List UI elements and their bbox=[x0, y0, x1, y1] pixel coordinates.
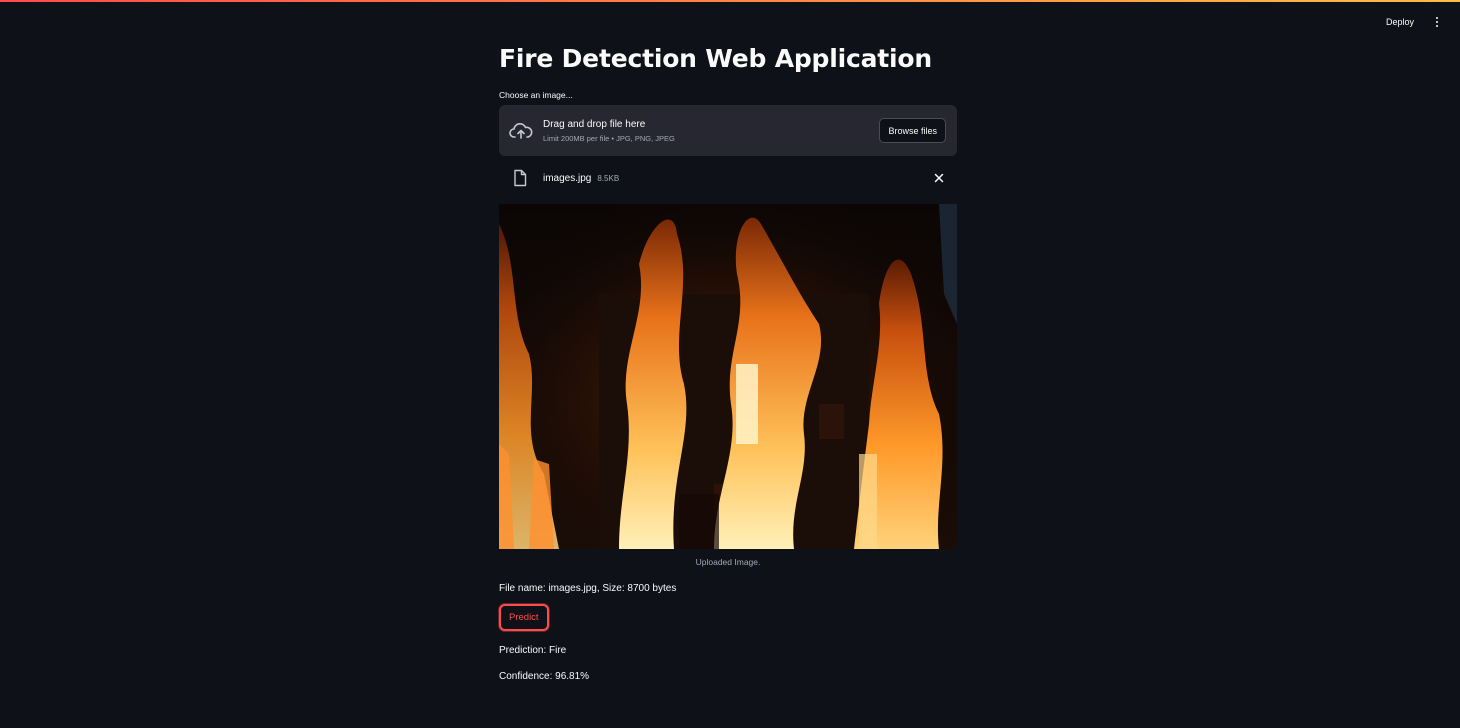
dropzone-title: Drag and drop file here bbox=[543, 118, 646, 130]
cloud-upload-icon bbox=[509, 121, 533, 141]
uploaded-file-row: images.jpg 8.5KB bbox=[499, 164, 957, 192]
main-content: Fire Detection Web Application Choose an… bbox=[499, 40, 957, 682]
prediction-text: Prediction: Fire bbox=[499, 645, 567, 656]
close-icon[interactable] bbox=[933, 171, 945, 183]
app-toolbar: Deploy bbox=[1382, 14, 1442, 30]
confidence-text: Confidence: 96.81% bbox=[499, 671, 590, 682]
uploaded-image bbox=[499, 204, 957, 549]
deploy-button[interactable]: Deploy bbox=[1382, 15, 1418, 29]
browse-files-button[interactable]: Browse files bbox=[879, 118, 946, 143]
image-caption: Uploaded Image. bbox=[695, 557, 761, 567]
file-info-text: File name: images.jpg, Size: 8700 bytes bbox=[499, 583, 677, 594]
vertical-dots-icon[interactable] bbox=[1432, 14, 1442, 30]
dropzone-limit: Limit 200MB per file • JPG, PNG, JPEG bbox=[543, 133, 675, 143]
uploaded-file-size: 8.5KB bbox=[597, 173, 620, 183]
dropzone-text: Drag and drop file here Limit 200MB per … bbox=[543, 119, 675, 143]
uploaded-file-name: images.jpg bbox=[543, 172, 592, 184]
file-dropzone[interactable]: Drag and drop file here Limit 200MB per … bbox=[499, 105, 957, 156]
top-decoration-bar bbox=[0, 0, 1460, 2]
predict-button[interactable]: Predict bbox=[499, 604, 549, 631]
file-icon bbox=[513, 169, 527, 187]
uploader-label: Choose an image... bbox=[499, 90, 573, 100]
page-title: Fire Detection Web Application bbox=[499, 44, 932, 73]
